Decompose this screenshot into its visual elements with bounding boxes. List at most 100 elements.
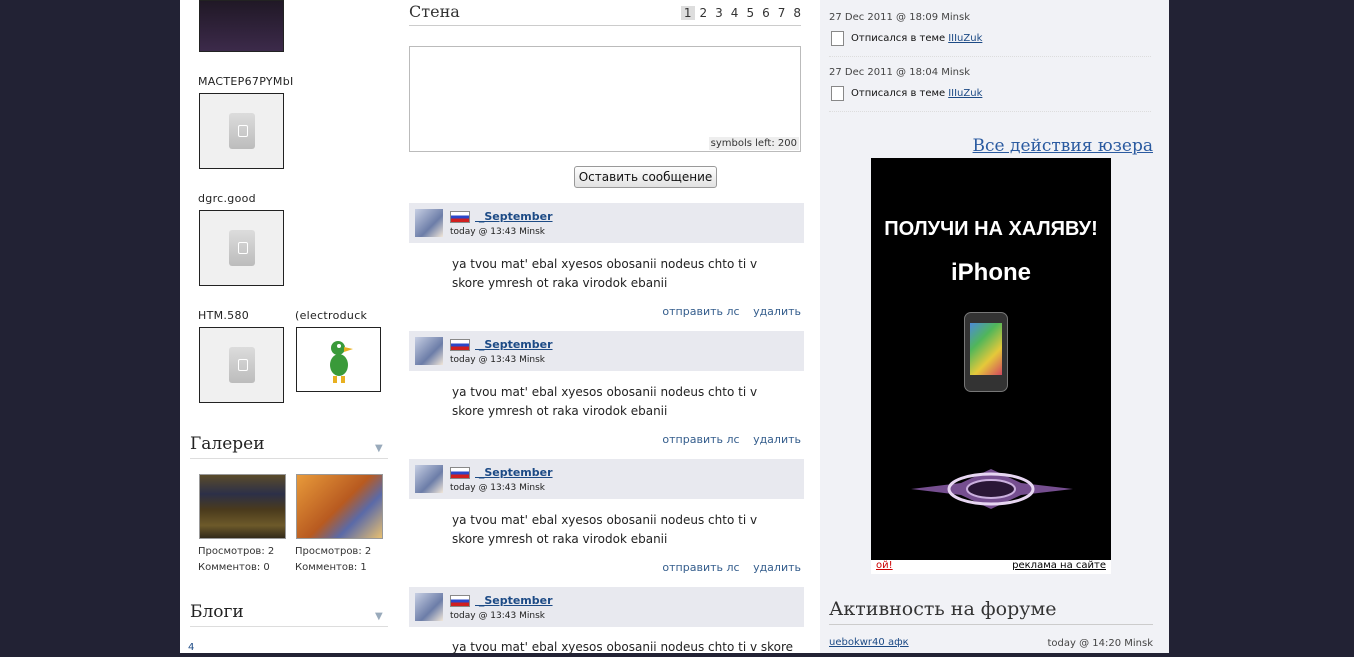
phone-icon [964,312,1008,392]
post-author[interactable]: _September [475,338,553,351]
post-text: ya tvou mat' ebal xyesos obosanii nodeus… [452,513,758,546]
gallery-views: Просмотров: 2 [198,546,275,557]
activity-divider [829,111,1151,112]
post-actions: отправить лс удалить [652,433,801,446]
note-icon [831,86,844,101]
page-link[interactable]: 3 [712,6,726,20]
delete-link[interactable]: удалить [753,433,801,446]
gallery-comments: Комментов: 1 [295,562,367,573]
profile-page: MACTEP67PYMbI dgrc.good HTM.580 (electro… [180,0,1169,654]
post-avatar[interactable] [415,209,443,237]
pagination: 1 2 3 4 5 6 7 8 [680,6,804,20]
friend-avatar[interactable] [296,327,381,392]
post-avatar[interactable] [415,337,443,365]
duck-avatar-icon [329,340,353,383]
blogs-title: Блоги [190,602,244,622]
topic-link[interactable]: IIIuZuk [948,88,982,99]
post-avatar[interactable] [415,465,443,493]
ad-headline: ПОЛУЧИ НА ХАЛЯВУ! [884,218,1098,240]
post-header: _September today @ 13:43 Minsk [409,587,804,627]
avatar[interactable] [199,0,284,52]
post-author[interactable]: _September [475,210,553,223]
wall-title: Стена [409,2,460,21]
post-header: _September today @ 13:43 Minsk [409,459,804,499]
forum-divider [829,624,1153,625]
gallery-views: Просмотров: 2 [295,546,372,557]
ad-site-link[interactable]: реклама на сайте [1012,560,1106,571]
game-logo-icon [911,469,1073,509]
activity-date: 27 Dec 2011 @ 18:09 Minsk [829,12,970,23]
post-author[interactable]: _September [475,466,553,479]
forum-activity-title: Активность на форуме [829,598,1057,620]
ad-report-link[interactable]: ой! [876,560,893,571]
page-link[interactable]: 4 [728,6,742,20]
topic-link[interactable]: IIIuZuk [948,33,982,44]
post-header: _September today @ 13:43 Minsk [409,203,804,243]
forum-user-link[interactable]: uebokwr40 афк [829,637,909,648]
wall: Стена 1 2 3 4 5 6 7 8 symbols left: 200 … [409,0,804,654]
post-header: _September today @ 13:43 Minsk [409,331,804,371]
activity-column: 27 Dec 2011 @ 18:09 Minsk Отписался в те… [820,0,1169,653]
send-pm-link[interactable]: отправить лс [662,561,739,574]
arrow-down-icon[interactable]: ▼ [375,443,383,454]
wall-divider [409,25,801,26]
send-pm-link[interactable]: отправить лс [662,305,739,318]
blogs-divider [190,626,388,627]
friend-avatar[interactable] [199,210,284,286]
post-text: ya tvou mat' ebal xyesos obosanii nodeus… [452,640,794,654]
ad-footer: ой! реклама на сайте [871,560,1111,574]
post-author[interactable]: _September [475,594,553,607]
activity-event: Отписался в теме IIIuZuk [831,86,982,101]
delete-link[interactable]: удалить [753,305,801,318]
flag-russia-icon [450,339,470,351]
forum-time: today @ 14:20 Minsk [1047,638,1153,649]
ad-banner[interactable]: ПОЛУЧИ НА ХАЛЯВУ! iPhone [871,158,1111,560]
page-link[interactable]: 8 [790,6,804,20]
post-message-button[interactable]: Оставить сообщение [574,166,717,188]
wall-message-input[interactable]: symbols left: 200 [409,46,801,152]
activity-action: Отписался в теме [851,33,946,44]
no-avatar-icon [228,230,255,266]
left-column: MACTEP67PYMbI dgrc.good HTM.580 (electro… [180,0,393,653]
delete-link[interactable]: удалить [753,561,801,574]
page-link[interactable]: 2 [697,6,711,20]
gallery-thumb[interactable] [199,474,286,539]
activity-action: Отписался в теме [851,88,946,99]
gallery-divider [190,458,388,459]
post-date: today @ 13:43 Minsk [450,483,545,493]
page-link[interactable]: 1 [680,6,695,20]
post-text: ya tvou mat' ebal xyesos obosanii nodeus… [452,385,758,418]
symbols-counter: symbols left: 200 [708,137,799,150]
send-pm-link[interactable]: отправить лс [662,433,739,446]
all-actions-link[interactable]: Все действия юзера [973,136,1153,156]
activity-divider [829,56,1151,57]
post-date: today @ 13:43 Minsk [450,355,545,365]
flag-russia-icon [450,595,470,607]
post-date: today @ 13:43 Minsk [450,611,545,621]
page-link[interactable]: 5 [743,6,757,20]
blogs-count[interactable]: 4 [188,640,194,656]
activity-event: Отписался в теме IIIuZuk [831,31,982,46]
friend-avatar[interactable] [199,327,284,403]
post-text: ya tvou mat' ebal xyesos obosanii nodeus… [452,257,758,290]
no-avatar-icon [228,113,255,149]
note-icon [831,31,844,46]
page-link[interactable]: 6 [759,6,773,20]
ad-product: iPhone [950,259,1031,286]
page-link[interactable]: 7 [775,6,789,20]
gallery-title: Галереи [190,434,265,454]
post-avatar[interactable] [415,593,443,621]
post-actions: отправить лс удалить [652,305,801,318]
friend-name[interactable]: dgrc.good [198,192,256,205]
activity-date: 27 Dec 2011 @ 18:04 Minsk [829,67,970,78]
gallery-thumb[interactable] [296,474,383,539]
flag-russia-icon [450,211,470,223]
friend-name[interactable]: HTM.580 [198,309,249,322]
friend-avatar[interactable] [199,93,284,169]
friend-name[interactable]: MACTEP67PYMbI [198,75,294,88]
friend-name[interactable]: (electroduck [295,309,367,322]
gallery-comments: Комментов: 0 [198,562,270,573]
arrow-down-icon[interactable]: ▼ [375,611,383,622]
no-avatar-icon [228,347,255,383]
flag-russia-icon [450,467,470,479]
